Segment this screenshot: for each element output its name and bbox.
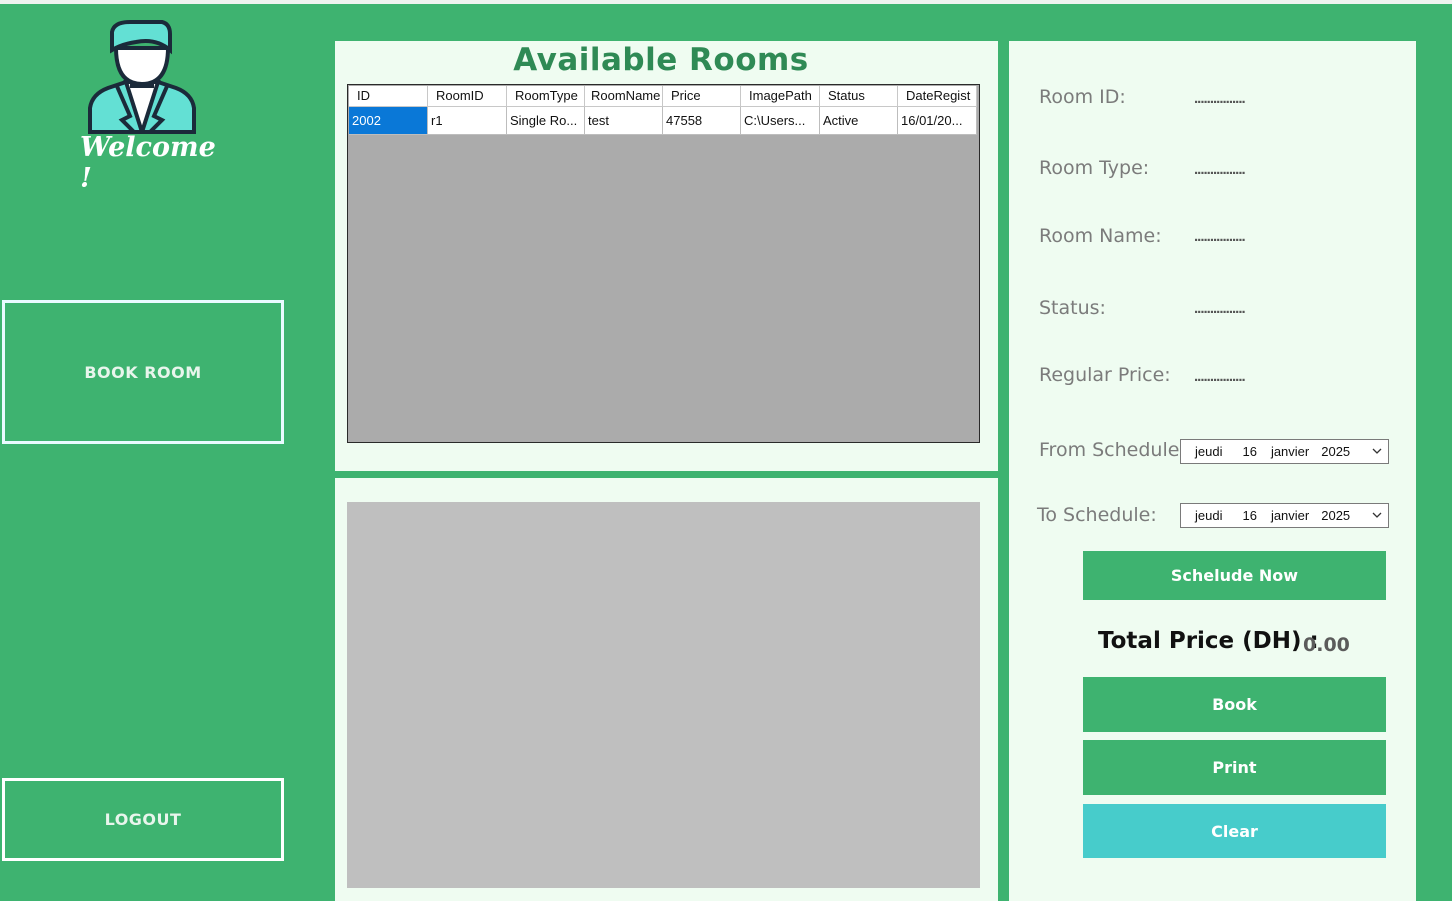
clear-button[interactable]: Clear bbox=[1083, 804, 1386, 858]
chevron-down-icon[interactable] bbox=[1372, 443, 1382, 459]
table-cell[interactable]: 2002 bbox=[349, 107, 428, 135]
table-cell[interactable]: Active bbox=[820, 107, 898, 135]
from-date-day: 16 bbox=[1242, 444, 1257, 459]
room-type-label: Room Type: bbox=[1039, 157, 1150, 179]
to-date-picker[interactable]: jeudi 16 janvier 2025 bbox=[1180, 503, 1389, 528]
status-label: Status: bbox=[1039, 297, 1106, 319]
room-name-label: Room Name: bbox=[1039, 225, 1162, 247]
column-header[interactable]: DateRegist bbox=[898, 86, 977, 107]
status-value: ................ bbox=[1194, 300, 1246, 317]
book-button[interactable]: Book bbox=[1083, 677, 1386, 732]
book-room-button[interactable]: BOOK ROOM bbox=[2, 300, 284, 444]
room-name-value: ................ bbox=[1194, 228, 1246, 245]
table-cell[interactable]: r1 bbox=[428, 107, 507, 135]
total-price-value: 0.00 bbox=[1303, 634, 1350, 656]
rooms-table[interactable]: ID RoomID RoomType RoomName Price ImageP… bbox=[347, 84, 980, 443]
table-cell[interactable]: 16/01/20... bbox=[898, 107, 977, 135]
from-date-year: 2025 bbox=[1321, 444, 1351, 459]
schedule-now-button[interactable]: Schelude Now bbox=[1083, 551, 1386, 600]
column-header[interactable]: RoomID bbox=[428, 86, 507, 107]
column-header[interactable]: RoomType bbox=[507, 86, 585, 107]
table-cell[interactable]: Single Ro... bbox=[507, 107, 585, 135]
table-header: ID RoomID RoomType RoomName Price ImageP… bbox=[349, 86, 977, 107]
from-date-weekday: jeudi bbox=[1195, 444, 1223, 459]
to-date-month: janvier bbox=[1270, 508, 1310, 523]
column-header[interactable]: ImagePath bbox=[741, 86, 820, 107]
table-cell[interactable]: test bbox=[585, 107, 663, 135]
regular-price-label: Regular Price: bbox=[1039, 364, 1171, 386]
column-header[interactable]: ID bbox=[349, 86, 428, 107]
room-image-placeholder bbox=[347, 502, 980, 888]
print-button[interactable]: Print bbox=[1083, 740, 1386, 795]
logout-button[interactable]: LOGOUT bbox=[2, 778, 284, 861]
from-date-month: janvier bbox=[1270, 444, 1310, 459]
room-type-value: ................ bbox=[1194, 161, 1246, 178]
room-id-label: Room ID: bbox=[1039, 86, 1126, 108]
table-cell[interactable]: 47558 bbox=[663, 107, 741, 135]
column-header[interactable]: Status bbox=[820, 86, 898, 107]
to-date-day: 16 bbox=[1242, 508, 1257, 523]
welcome-text: Welcome ! bbox=[80, 132, 216, 194]
column-header[interactable]: Price bbox=[663, 86, 741, 107]
to-date-year: 2025 bbox=[1321, 508, 1351, 523]
column-header[interactable]: RoomName bbox=[585, 86, 663, 107]
from-date-picker[interactable]: jeudi 16 janvier 2025 bbox=[1180, 439, 1389, 464]
table-row[interactable]: 2002 r1 Single Ro... test 47558 C:\Users… bbox=[349, 107, 977, 135]
to-schedule-label: To Schedule: bbox=[1037, 504, 1157, 526]
table-cell[interactable]: C:\Users... bbox=[741, 107, 820, 135]
chevron-down-icon[interactable] bbox=[1372, 507, 1382, 523]
app-window: Welcome ! BOOK ROOM LOGOUT Available Roo… bbox=[0, 0, 1452, 901]
from-schedule-label: From Schedule: bbox=[1039, 439, 1186, 461]
window-top-strip bbox=[0, 0, 1452, 4]
total-price-label: Total Price (DH) : bbox=[1098, 628, 1319, 654]
regular-price-value: ................ bbox=[1194, 368, 1246, 385]
room-id-value: ................ bbox=[1194, 90, 1246, 107]
to-date-weekday: jeudi bbox=[1195, 508, 1223, 523]
